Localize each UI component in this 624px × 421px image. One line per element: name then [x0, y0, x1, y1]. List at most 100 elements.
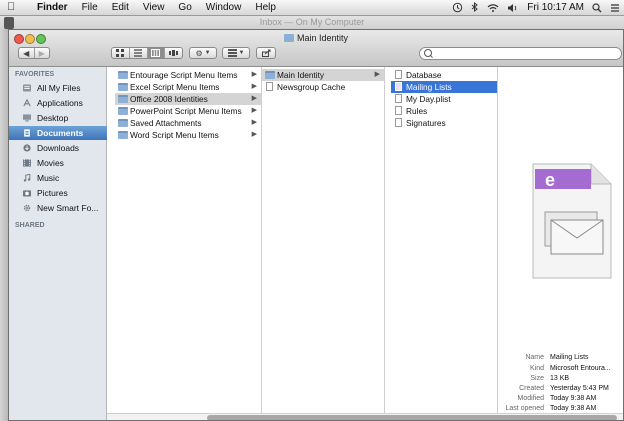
- sidebar-item-label: Desktop: [37, 113, 69, 123]
- info-value: Yesterday 5:43 PM: [550, 385, 609, 392]
- clock[interactable]: Fri 10:17 AM: [527, 0, 584, 15]
- info-key: Last opened: [505, 405, 544, 412]
- sidebar-item-new-smart-folder[interactable]: New Smart Fo...: [9, 201, 107, 215]
- item-label: Entourage Script Menu Items: [130, 70, 238, 80]
- info-created-row: Created Yesterday 5:43 PM: [498, 385, 623, 395]
- column-view-button[interactable]: [147, 48, 166, 58]
- folder-icon: [118, 119, 128, 127]
- disclosure-arrow-icon: ▶: [251, 95, 257, 102]
- back-button[interactable]: ◀: [19, 48, 35, 58]
- sidebar-item-documents[interactable]: Documents: [9, 126, 107, 140]
- sidebar-item-downloads[interactable]: Downloads: [9, 141, 107, 155]
- sidebar-item-label: Movies: [37, 158, 64, 168]
- scrollbar-thumb[interactable]: [207, 415, 617, 420]
- column-main-identity[interactable]: Database Mailing Lists My Day.plist Rule…: [391, 67, 498, 413]
- volume-icon[interactable]: [507, 3, 519, 13]
- menu-window[interactable]: Window: [199, 0, 249, 15]
- list-view-button[interactable]: [130, 48, 148, 58]
- list-item-selected[interactable]: Office 2008 Identities ▶: [115, 93, 261, 105]
- view-mode-control: [111, 47, 183, 59]
- search-input[interactable]: [419, 47, 622, 60]
- item-label: My Day.plist: [406, 94, 451, 104]
- window-toolbar: Main Identity ◀ ▶ ⚙ ▼ ▼: [9, 30, 623, 67]
- info-value: Mailing Lists: [550, 354, 589, 361]
- menu-view[interactable]: View: [136, 0, 172, 15]
- icon-view-button[interactable]: [112, 48, 130, 58]
- gear-icon: ⚙: [195, 48, 203, 58]
- list-item[interactable]: My Day.plist: [391, 93, 497, 105]
- sidebar-item-label: Downloads: [37, 143, 80, 153]
- chevron-down-icon: ▼: [238, 50, 245, 56]
- list-item[interactable]: Signatures: [391, 117, 497, 129]
- info-modified-row: Modified Today 9:38 AM: [498, 395, 623, 405]
- spotlight-icon[interactable]: [592, 2, 602, 13]
- list-item[interactable]: Rules: [391, 105, 497, 117]
- sidebar-item-applications[interactable]: Applications: [9, 96, 107, 110]
- list-item-selected[interactable]: Mailing Lists: [391, 81, 497, 93]
- status-area: Fri 10:17 AM: [452, 0, 620, 15]
- background-window-titlebar[interactable]: Inbox — On My Computer: [0, 16, 624, 30]
- item-label: Signatures: [406, 118, 446, 128]
- cover-flow-button[interactable]: [165, 48, 182, 58]
- sidebar-item-label: Music: [37, 173, 60, 183]
- action-menu-button[interactable]: ⚙ ▼: [189, 47, 217, 59]
- folder-icon: [118, 95, 128, 103]
- item-label: PowerPoint Script Menu Items: [130, 106, 242, 116]
- search-icon: [424, 49, 432, 57]
- sidebar-item-desktop[interactable]: Desktop: [9, 111, 107, 125]
- document-icon: [395, 106, 402, 115]
- notification-center-icon[interactable]: [610, 3, 620, 13]
- info-key: Size: [530, 375, 544, 382]
- bluetooth-icon[interactable]: [471, 2, 479, 13]
- info-key: Name: [525, 354, 544, 361]
- arrange-menu-button[interactable]: ▼: [222, 47, 250, 59]
- list-item[interactable]: Saved Attachments ▶: [115, 117, 261, 129]
- list-item[interactable]: Newsgroup Cache: [262, 81, 384, 93]
- folder-icon: [118, 131, 128, 139]
- wifi-icon[interactable]: [487, 3, 499, 13]
- list-item[interactable]: Entourage Script Menu Items ▶: [115, 69, 261, 81]
- time-machine-icon[interactable]: [452, 2, 463, 13]
- sidebar-item-music[interactable]: Music: [9, 171, 107, 185]
- sidebar-item-label: All My Files: [37, 83, 81, 93]
- sidebar-item-label: New Smart Fo...: [37, 203, 99, 213]
- sidebar-favorites-header: FAVORITES: [15, 71, 55, 78]
- list-item[interactable]: Word Script Menu Items ▶: [115, 129, 261, 141]
- movies-icon: [23, 159, 31, 167]
- forward-button[interactable]: ▶: [35, 48, 50, 58]
- sidebar-item-all-my-files[interactable]: All My Files: [9, 81, 107, 95]
- menu-finder[interactable]: Finder: [30, 0, 75, 15]
- sidebar-item-label: Pictures: [37, 188, 68, 198]
- applications-icon: [23, 99, 31, 107]
- column-view-icon: [151, 49, 161, 57]
- item-label: Excel Script Menu Items: [130, 82, 220, 92]
- document-icon: [266, 82, 273, 91]
- apple-menu-icon[interactable]: : [7, 0, 15, 15]
- sidebar-shared-header: SHARED: [15, 222, 45, 229]
- chevron-down-icon: ▼: [204, 50, 211, 56]
- horizontal-scrollbar[interactable]: [107, 413, 623, 420]
- desktop-edge: [0, 29, 8, 421]
- plist-document-icon: [395, 94, 402, 103]
- list-item[interactable]: Excel Script Menu Items ▶: [115, 81, 261, 93]
- disclosure-arrow-icon: ▶: [251, 131, 257, 138]
- cover-flow-icon: [169, 50, 179, 56]
- menu-file[interactable]: File: [75, 0, 105, 15]
- disclosure-arrow-icon: ▶: [251, 119, 257, 126]
- database-icon: [395, 70, 402, 79]
- sidebar-item-pictures[interactable]: Pictures: [9, 186, 107, 200]
- menu-help[interactable]: Help: [248, 0, 283, 15]
- menu-edit[interactable]: Edit: [105, 0, 136, 15]
- list-item-selected[interactable]: Main Identity ▶: [262, 69, 384, 81]
- column-documents[interactable]: Entourage Script Menu Items ▶ Excel Scrip…: [115, 67, 262, 413]
- item-label: Word Script Menu Items: [130, 130, 219, 140]
- column-office-identities[interactable]: Main Identity ▶ Newsgroup Cache: [262, 67, 385, 413]
- sidebar-item-movies[interactable]: Movies: [9, 156, 107, 170]
- menu-go[interactable]: Go: [171, 0, 198, 15]
- document-icon: [395, 118, 402, 127]
- downloads-icon: [23, 144, 31, 152]
- list-item[interactable]: PowerPoint Script Menu Items ▶: [115, 105, 261, 117]
- list-item[interactable]: Database: [391, 69, 497, 81]
- share-button[interactable]: [256, 47, 276, 59]
- item-label: Saved Attachments: [130, 118, 202, 128]
